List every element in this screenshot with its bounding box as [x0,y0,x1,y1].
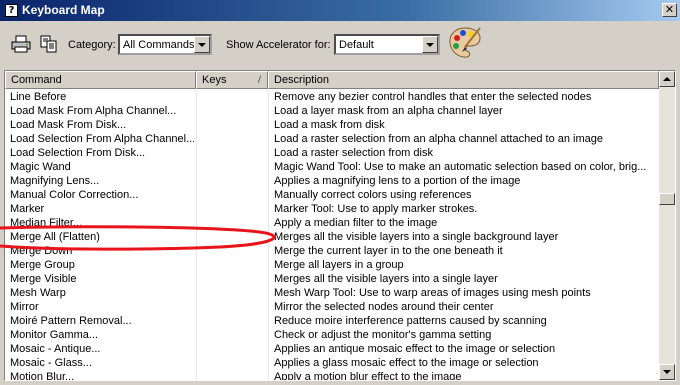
help-icon: ? [5,4,18,17]
category-value: All Commands [123,39,195,51]
description-cell: Mirror the selected nodes around their c… [274,301,494,313]
title-bar[interactable]: ? Keyboard Map ✕ [0,0,680,21]
column-header-label: Description [274,74,330,86]
column-header-description[interactable]: Description [268,71,659,89]
table-row[interactable]: Load Selection From Disk... Load a raster… [5,146,659,160]
description-cell: Merge the current layer in to the one be… [274,245,503,257]
description-cell: Applies a magnifying lens to a portion o… [274,175,521,187]
table-row[interactable]: Marker Marker Tool: Use to apply marker s… [5,202,659,216]
table-row[interactable]: Moiré Pattern Removal... Reduce moire int… [5,314,659,328]
keyboard-map-window: ? Keyboard Map ✕ Category: All Commands … [0,0,680,385]
table-row[interactable]: Merge Visible Merges all the visible laye… [5,272,659,286]
description-cell: Check or adjust the monitor's gamma sett… [274,329,492,341]
command-cell: Mosaic - Antique... [10,343,101,355]
description-cell: Applies an antique mosaic effect to the … [274,343,556,355]
command-cell: Motion Blur... [10,371,75,380]
command-cell: Mosaic - Glass... [10,357,92,369]
accelerator-dropdown[interactable]: Default [334,34,440,55]
keyboard-map-list[interactable]: Command Keys / Description Line Before Re… [4,70,676,381]
chevron-down-icon[interactable] [422,36,438,53]
command-cell: Marker [10,203,45,215]
category-dropdown[interactable]: All Commands [118,34,212,55]
close-button[interactable]: ✕ [662,3,677,17]
description-cell: Mesh Warp Tool: Use to warp areas of ima… [274,287,591,299]
description-cell: Merge all layers in a group [274,259,404,271]
description-cell: Apply a median filter to the image [274,217,438,229]
description-cell: Apply a motion blur effect to the image [274,371,462,380]
table-row[interactable]: Merge Down Merge the current layer in to … [5,244,659,258]
table-row[interactable]: Line Before Remove any bezier control han… [5,90,659,104]
chevron-down-icon[interactable] [194,36,210,53]
table-row[interactable]: Load Mask From Alpha Channel... Load a la… [5,104,659,118]
description-cell: Magic Wand Tool: Use to make an automati… [274,161,647,173]
command-cell: Merge Visible [10,273,77,285]
list-header: Command Keys / Description [5,71,659,89]
table-row[interactable]: Magic Wand Magic Wand Tool: Use to make a… [5,160,659,174]
list-body: Line Before Remove any bezier control han… [5,90,659,380]
scroll-thumb[interactable] [659,193,675,205]
description-cell: Applies a glass mosaic effect to the ima… [274,357,539,369]
description-cell: Load a mask from disk [274,119,385,131]
command-cell: Line Before [10,91,67,103]
command-cell: Merge All (Flatten) [10,231,100,243]
table-row[interactable]: Load Selection From Alpha Channel... Load… [5,132,659,146]
command-cell: Merge Down [10,245,73,257]
command-cell: Monitor Gamma... [10,329,99,341]
column-header-label: Keys [202,74,227,86]
table-row[interactable]: Merge Group Merge all layers in a group [5,258,659,272]
palette-icon[interactable] [447,25,483,61]
print-icon[interactable] [11,35,31,53]
table-row[interactable]: Mesh Warp Mesh Warp Tool: Use to warp are… [5,286,659,300]
command-cell: Merge Group [10,259,75,271]
accelerator-value: Default [339,39,374,51]
command-cell: Load Mask From Alpha Channel... [10,105,177,117]
description-cell: Merges all the visible layers into a sin… [274,231,559,243]
description-cell: Remove any bezier control handles that e… [274,91,592,103]
column-header-keys[interactable]: Keys / [196,71,268,89]
command-cell: Mesh Warp [10,287,66,299]
vertical-scrollbar[interactable] [659,71,675,380]
table-row[interactable]: Mosaic - Glass... Applies a glass mosaic … [5,356,659,370]
command-cell: Mirror [10,301,39,313]
table-row[interactable]: Mirror Mirror the selected nodes around t… [5,300,659,314]
command-cell: Load Selection From Disk... [10,147,146,159]
column-header-label: Command [11,74,62,86]
sort-icon: / [257,75,261,85]
description-cell: Load a raster selection from an alpha ch… [274,133,603,145]
command-cell: Magic Wand [10,161,71,173]
command-cell: Magnifying Lens... [10,175,100,187]
category-label: Category: [68,39,116,51]
window-title: Keyboard Map [22,3,105,17]
table-row[interactable]: Load Mask From Disk... Load a mask from d… [5,118,659,132]
scroll-down-button[interactable] [659,364,675,380]
table-row[interactable]: Manual Color Correction... Manually corre… [5,188,659,202]
description-cell: Reduce moire interference patterns cause… [274,315,547,327]
command-cell: Moiré Pattern Removal... [10,315,132,327]
copy-icon[interactable] [39,35,59,53]
command-cell: Manual Color Correction... [10,189,139,201]
table-row[interactable]: Motion Blur... Apply a motion blur effect… [5,370,659,380]
table-row[interactable]: Monitor Gamma... Check or adjust the moni… [5,328,659,342]
table-row[interactable]: Merge All (Flatten) Merges all the visibl… [5,230,659,244]
description-cell: Manually correct colors using references [274,189,472,201]
description-cell: Marker Tool: Use to apply marker strokes… [274,203,478,215]
accelerator-label: Show Accelerator for: [226,39,331,51]
description-cell: Load a layer mask from an alpha channel … [274,105,503,117]
table-row[interactable]: Median Filter... Apply a median filter to… [5,216,659,230]
table-row[interactable]: Magnifying Lens... Applies a magnifying l… [5,174,659,188]
description-cell: Load a raster selection from disk [274,147,433,159]
toolbar: Category: All Commands Show Accelerator … [0,21,680,69]
table-row[interactable]: Mosaic - Antique... Applies an antique mo… [5,342,659,356]
column-header-command[interactable]: Command [5,71,196,89]
command-cell: Load Selection From Alpha Channel... [10,133,194,145]
command-cell: Load Mask From Disk... [10,119,127,131]
description-cell: Merges all the visible layers into a sin… [274,273,498,285]
scroll-up-button[interactable] [659,71,675,87]
command-cell: Median Filter... [10,217,83,229]
